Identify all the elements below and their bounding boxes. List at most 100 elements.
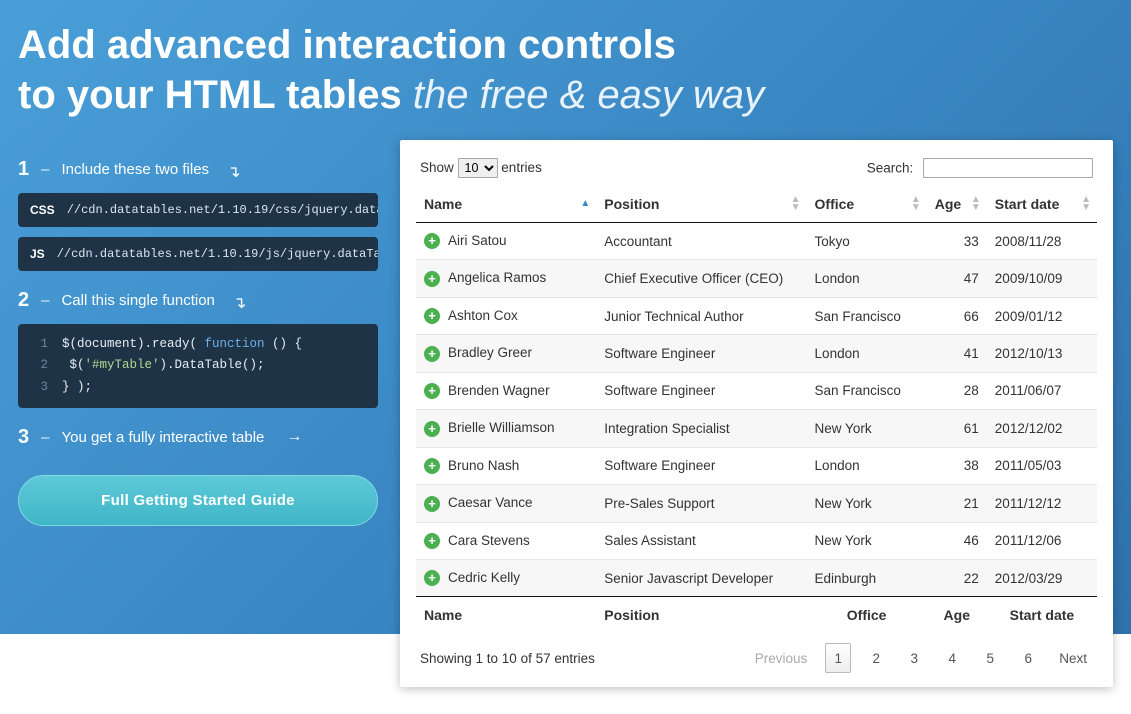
cell-name: Cara Stevens xyxy=(448,533,530,548)
cell-office: London xyxy=(807,260,927,297)
js-label: JS xyxy=(30,247,45,261)
table-row: +Bruno NashSoftware EngineerLondon382011… xyxy=(416,447,1097,484)
sort-both-icon: ▲▼ xyxy=(1081,196,1091,212)
cell-age: 22 xyxy=(927,559,987,596)
cell-start: 2012/12/02 xyxy=(987,410,1097,447)
cell-age: 46 xyxy=(927,522,987,559)
step-2-text: Call this single function xyxy=(61,292,214,309)
paginate-next[interactable]: Next xyxy=(1053,643,1093,673)
cell-position: Software Engineer xyxy=(596,335,806,372)
search-input[interactable] xyxy=(923,158,1093,178)
cell-name: Bradley Greer xyxy=(448,345,532,360)
expand-row-icon[interactable]: + xyxy=(424,421,440,437)
col-footer-age: Age xyxy=(927,597,987,634)
paginate-previous[interactable]: Previous xyxy=(749,643,814,673)
col-header-office[interactable]: Office▲▼ xyxy=(807,186,927,223)
step-3-number: 3 xyxy=(18,426,29,449)
table-row: + Angelica Ramos Chief Executive Officer (… xyxy=(416,260,1097,297)
expand-row-icon[interactable]: + xyxy=(424,458,440,474)
expand-row-icon[interactable]: + xyxy=(424,308,440,324)
expand-row-icon[interactable]: + xyxy=(424,533,440,549)
step-2-number: 2 xyxy=(18,289,29,312)
arrow-right-icon: → xyxy=(286,428,302,446)
step-3-text: You get a fully interactive table xyxy=(61,429,264,446)
paginate-page[interactable]: 4 xyxy=(939,643,965,673)
cell-position: Junior Technical Author xyxy=(596,297,806,334)
cell-age: 41 xyxy=(927,335,987,372)
paginate-page[interactable]: 2 xyxy=(863,643,889,673)
arrow-down-icon: ↴ xyxy=(233,293,246,313)
cell-age: 21 xyxy=(927,485,987,522)
getting-started-button[interactable]: Full Getting Started Guide xyxy=(18,475,378,526)
expand-row-icon[interactable]: + xyxy=(424,233,440,249)
include-css-bar[interactable]: CSS //cdn.datatables.net/1.10.19/css/jqu… xyxy=(18,193,378,227)
expand-row-icon[interactable]: + xyxy=(424,570,440,586)
table-row: + Brielle Williamson Integration Specialis… xyxy=(416,410,1097,447)
search-label: Search: xyxy=(867,161,914,176)
table-row: +Ashton CoxJunior Technical AuthorSan Fr… xyxy=(416,297,1097,334)
cell-position: Accountant xyxy=(596,223,806,260)
paginate-page[interactable]: 5 xyxy=(977,643,1003,673)
data-table: Name▲ Position▲▼ Office▲▼ Age▲▼ Start da… xyxy=(416,186,1097,633)
cell-name: Cedric Kelly xyxy=(448,570,520,585)
hero-line1: Add advanced interaction controls xyxy=(18,23,676,67)
table-row: +Caesar VancePre-Sales SupportNew York21… xyxy=(416,485,1097,522)
col-footer-start: Start date xyxy=(987,597,1097,634)
step-3-heading: 3 – You get a fully interactive table → xyxy=(18,426,378,449)
cell-name: Caesar Vance xyxy=(448,495,533,510)
table-row: + Bradley Greer Software EngineerLondon412… xyxy=(416,335,1097,372)
cell-office: San Francisco xyxy=(807,372,927,409)
expand-row-icon[interactable]: + xyxy=(424,383,440,399)
code-snippet[interactable]: 1$(document).ready( function () { 2 $('#… xyxy=(18,324,378,408)
cell-start: 2011/12/12 xyxy=(987,485,1097,522)
sort-asc-icon: ▲ xyxy=(580,200,590,208)
cell-age: 47 xyxy=(927,260,987,297)
sort-both-icon: ▲▼ xyxy=(911,196,921,212)
paginate-page[interactable]: 1 xyxy=(825,643,851,673)
cell-name: Ashton Cox xyxy=(448,308,518,323)
col-header-position[interactable]: Position▲▼ xyxy=(596,186,806,223)
length-control: Show 10 entries xyxy=(420,158,542,178)
cell-office: Edinburgh xyxy=(807,559,927,596)
steps-column: 1 – Include these two files ↴ CSS //cdn.… xyxy=(18,140,378,526)
col-footer-position: Position xyxy=(596,597,806,634)
cell-age: 61 xyxy=(927,410,987,447)
col-footer-office: Office xyxy=(807,597,927,634)
cell-name: Angelica Ramos xyxy=(448,270,546,285)
col-header-age[interactable]: Age▲▼ xyxy=(927,186,987,223)
expand-row-icon[interactable]: + xyxy=(424,271,440,287)
col-footer-name: Name xyxy=(416,597,596,634)
col-header-start[interactable]: Start date▲▼ xyxy=(987,186,1097,223)
cell-office: Tokyo xyxy=(807,223,927,260)
step-1-text: Include these two files xyxy=(61,161,209,178)
step-2-heading: 2 – Call this single function ↴ xyxy=(18,289,378,312)
js-path: //cdn.datatables.net/1.10.19/js/jquery.d… xyxy=(57,247,378,261)
cell-position: Chief Executive Officer (CEO) xyxy=(596,260,806,297)
paginate-page[interactable]: 3 xyxy=(901,643,927,673)
arrow-down-icon: ↴ xyxy=(227,162,240,182)
cell-start: 2012/10/13 xyxy=(987,335,1097,372)
table-row: +Brenden WagnerSoftware EngineerSan Fran… xyxy=(416,372,1097,409)
table-row: +Airi SatouAccountantTokyo332008/11/28 xyxy=(416,223,1097,260)
step-1-heading: 1 – Include these two files ↴ xyxy=(18,158,378,181)
cell-position: Integration Specialist xyxy=(596,410,806,447)
cell-office: London xyxy=(807,335,927,372)
cell-position: Software Engineer xyxy=(596,372,806,409)
cell-start: 2012/03/29 xyxy=(987,559,1097,596)
cell-start: 2009/10/09 xyxy=(987,260,1097,297)
expand-row-icon[interactable]: + xyxy=(424,346,440,362)
table-row: +Cedric KellySenior Javascript Developer… xyxy=(416,559,1097,596)
cell-position: Pre-Sales Support xyxy=(596,485,806,522)
cell-age: 28 xyxy=(927,372,987,409)
cell-name: Brielle Williamson xyxy=(448,420,555,435)
col-header-name[interactable]: Name▲ xyxy=(416,186,596,223)
table-info: Showing 1 to 10 of 57 entries xyxy=(420,651,595,666)
cell-age: 66 xyxy=(927,297,987,334)
step-1-number: 1 xyxy=(18,158,29,181)
paginate-page[interactable]: 6 xyxy=(1015,643,1041,673)
sort-both-icon: ▲▼ xyxy=(971,196,981,212)
expand-row-icon[interactable]: + xyxy=(424,496,440,512)
include-js-bar[interactable]: JS //cdn.datatables.net/1.10.19/js/jquer… xyxy=(18,237,378,271)
length-select[interactable]: 10 xyxy=(458,158,498,178)
cell-position: Software Engineer xyxy=(596,447,806,484)
